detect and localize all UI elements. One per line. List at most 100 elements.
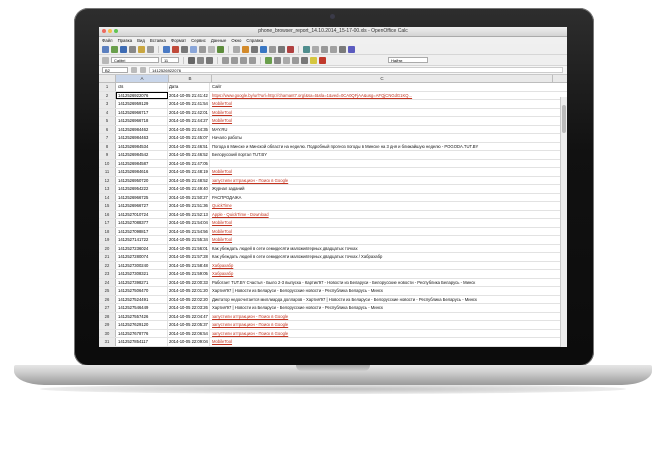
cell-b[interactable]: 2014-10-05 21:44:27 43 bbox=[168, 117, 210, 125]
cell-a[interactable]: 1412527308321 bbox=[116, 270, 168, 278]
find-field[interactable]: Найти bbox=[388, 57, 428, 63]
toolbar-button-icon[interactable] bbox=[251, 45, 258, 53]
cell-b[interactable]: 2014-10-05 22:03:26 06 bbox=[168, 304, 210, 312]
cell-b[interactable]: 2014-10-05 22:02:20 45 bbox=[168, 295, 210, 303]
align-center-icon[interactable] bbox=[231, 56, 238, 64]
cell-b[interactable]: 2014-10-05 21:54:04 42 bbox=[168, 219, 210, 227]
toolbar-button-icon[interactable] bbox=[102, 45, 109, 53]
cell-c[interactable]: Как убеждать людей в сети семидесяти мал… bbox=[210, 253, 550, 261]
cell-a[interactable]: 1412527088377 bbox=[116, 219, 168, 227]
toolbar-button-icon[interactable] bbox=[260, 45, 267, 53]
toolbar-button-icon[interactable] bbox=[217, 45, 224, 53]
cell-c[interactable]: Начало работы bbox=[210, 134, 550, 142]
cell-c[interactable]: Как убеждать людей в сети семидесяти мал… bbox=[210, 245, 550, 253]
cell-c[interactable]: запустили аттракцион - Поиск в Google bbox=[210, 313, 550, 321]
menu-item[interactable]: Данные bbox=[211, 37, 227, 44]
row-header[interactable]: 2 bbox=[99, 91, 116, 99]
row-header[interactable]: 26 bbox=[99, 295, 116, 303]
toolbar-button-icon[interactable] bbox=[181, 45, 188, 53]
cell-a[interactable]: 1412527398271 bbox=[116, 278, 168, 286]
row-header[interactable]: 24 bbox=[99, 278, 116, 286]
font-name-select[interactable]: Calibri bbox=[111, 57, 159, 63]
bold-icon[interactable] bbox=[188, 56, 195, 64]
row-header[interactable]: 21 bbox=[99, 253, 116, 261]
cell-b[interactable]: 2014-10-05 22:05:37 17 bbox=[168, 321, 210, 329]
cell-b[interactable]: 2014-10-05 22:06:54 20 bbox=[168, 329, 210, 337]
cell-a[interactable]: cts bbox=[116, 83, 168, 91]
cell-a[interactable]: 1412527010724 bbox=[116, 210, 168, 218]
cell-a[interactable]: 1412526966717 bbox=[116, 108, 168, 116]
cell-c[interactable]: Погода в Минске и Минской области на нед… bbox=[210, 143, 550, 151]
indent-icon[interactable] bbox=[292, 56, 299, 64]
menu-item[interactable]: Правка bbox=[118, 37, 133, 44]
cell-b[interactable]: 2014-10-05 21:49:40 03 bbox=[168, 185, 210, 193]
toolbar-button-icon[interactable] bbox=[321, 45, 328, 53]
cell-c[interactable]: MobileTool bbox=[210, 117, 550, 125]
cell-a[interactable]: 1412526984616 bbox=[116, 168, 168, 176]
toolbar-button-icon[interactable] bbox=[199, 45, 206, 53]
row-header[interactable]: 7 bbox=[99, 134, 116, 142]
cell-c[interactable]: MobileTool bbox=[210, 100, 550, 108]
cell-c[interactable]: Apple - QuickTime - Download bbox=[210, 211, 550, 219]
cell-c[interactable]: MobileTool bbox=[210, 347, 550, 348]
cell-a[interactable]: 1412526959129 bbox=[116, 100, 168, 108]
cell-b[interactable]: 2014-10-05 21:51:36 23 bbox=[168, 202, 210, 210]
cell-a[interactable]: 1412527300240 bbox=[116, 261, 168, 269]
cell-a[interactable]: 1412527854117 bbox=[116, 338, 168, 346]
cell-a[interactable]: 1412527557426 bbox=[116, 312, 168, 320]
row-header[interactable]: 3 bbox=[99, 100, 116, 108]
row-header[interactable]: 1 bbox=[99, 83, 116, 91]
row-header[interactable]: 30 bbox=[99, 329, 116, 337]
row-header[interactable]: 8 bbox=[99, 142, 116, 150]
cell-c[interactable]: MobileTool bbox=[210, 219, 550, 227]
cell-b[interactable]: 2014-10-05 22:00:33 47 bbox=[168, 278, 210, 286]
cell-c[interactable]: https://www.google.by/url?url=http://cha… bbox=[210, 92, 550, 100]
row-header[interactable]: 25 bbox=[99, 287, 116, 295]
cell-c[interactable]: Белорусский портал TUT.BY bbox=[210, 151, 550, 159]
toolbar-button-icon[interactable] bbox=[120, 45, 127, 53]
column-header-c[interactable]: C bbox=[212, 75, 553, 82]
cell-c[interactable]: РАСПРОДАЖА bbox=[210, 194, 550, 202]
row-header[interactable]: 28 bbox=[99, 312, 116, 320]
menu-item[interactable]: Файл bbox=[102, 37, 113, 44]
cell-a[interactable]: 1412527236024 bbox=[116, 244, 168, 252]
cell-c[interactable]: запустили аттракцион - Поиск в Google bbox=[210, 330, 550, 338]
justify-icon[interactable] bbox=[249, 56, 256, 64]
decimal-icon[interactable] bbox=[283, 56, 290, 64]
underline-icon[interactable] bbox=[206, 56, 213, 64]
cell-c[interactable]: MobileTool bbox=[210, 338, 550, 346]
font-size-select[interactable]: 11 bbox=[161, 57, 179, 63]
cell-a[interactable]: 1412526984587 bbox=[116, 159, 168, 167]
toolbar-button-icon[interactable] bbox=[233, 45, 240, 53]
cell-c[interactable]: Хабрахабр bbox=[210, 270, 550, 278]
cell-b[interactable]: 2014-10-05 21:46:51 06 bbox=[168, 142, 210, 150]
cell-b[interactable]: 2014-10-05 21:59:05 31 bbox=[168, 270, 210, 278]
cell-c[interactable]: MobileTool bbox=[210, 236, 550, 244]
cell-c[interactable]: Хартия'97 | Новости из Беларуси - Белору… bbox=[210, 287, 550, 295]
cell-a[interactable]: 1412527678776 bbox=[116, 329, 168, 337]
row-header[interactable]: 29 bbox=[99, 321, 116, 329]
cell-b[interactable]: 2014-10-05 21:57:28 24 bbox=[168, 253, 210, 261]
cell-c[interactable]: MobileTool bbox=[210, 228, 550, 236]
sum-icon[interactable] bbox=[140, 67, 146, 73]
cell-a[interactable]: 1412527506470 bbox=[116, 287, 168, 295]
cell-a[interactable]: 1412526966718 bbox=[116, 117, 168, 125]
row-header[interactable]: 12 bbox=[99, 176, 116, 184]
cell-b[interactable]: 2014-10-05 21:46:52 16 bbox=[168, 151, 210, 159]
row-header[interactable]: 32 bbox=[99, 346, 116, 347]
cell-c[interactable]: QuickTime bbox=[210, 202, 550, 210]
row-header[interactable]: 31 bbox=[99, 338, 116, 346]
row-header[interactable]: 15 bbox=[99, 202, 116, 210]
styles-icon[interactable] bbox=[102, 56, 109, 64]
align-left-icon[interactable] bbox=[222, 56, 229, 64]
cell-b[interactable]: 2014-10-05 22:04:47 45 bbox=[168, 312, 210, 320]
italic-icon[interactable] bbox=[197, 56, 204, 64]
toolbar-button-icon[interactable] bbox=[208, 45, 215, 53]
cell-a[interactable]: 1412526984542 bbox=[116, 151, 168, 159]
cell-b[interactable]: 2014-10-05 21:56:01 19 bbox=[168, 244, 210, 252]
row-header[interactable]: 19 bbox=[99, 236, 116, 244]
column-header-blank[interactable] bbox=[553, 75, 567, 82]
toolbar-button-icon[interactable] bbox=[330, 45, 337, 53]
cell-b[interactable]: 2014-10-05 21:42:01 28 bbox=[168, 108, 210, 116]
column-header-a[interactable]: A bbox=[116, 75, 169, 82]
